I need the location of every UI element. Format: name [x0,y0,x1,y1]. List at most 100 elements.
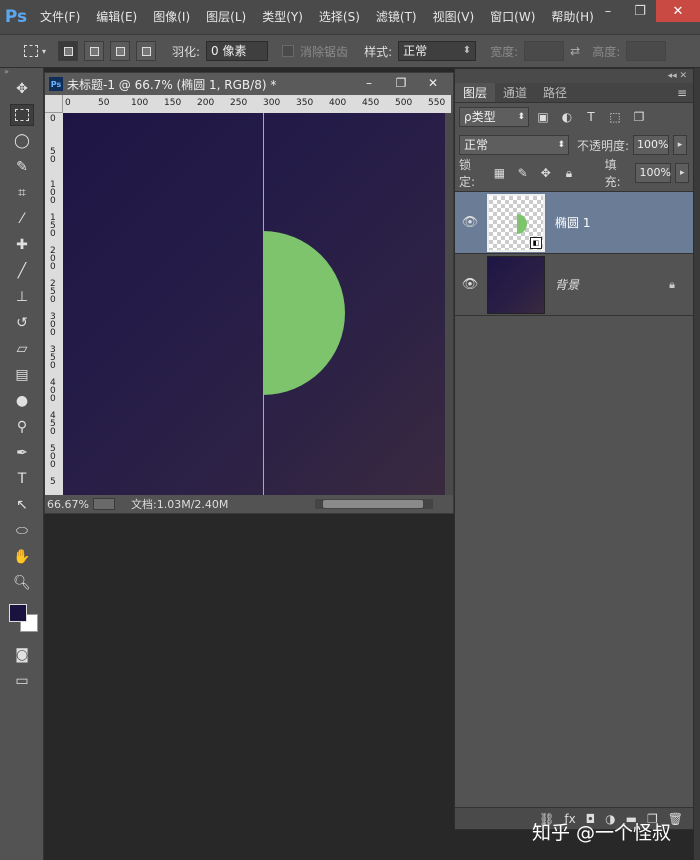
width-input[interactable] [524,41,565,61]
quick-select-icon: ✎ [16,159,28,175]
type-icon: T [17,471,27,487]
style-select[interactable]: 正常 [398,41,477,61]
eyedropper-tool[interactable]: ⁄ [0,206,44,232]
status-menu-icon[interactable] [93,498,115,510]
ruler-v-tick: 4 5 0 [50,411,56,437]
lock-row: 锁定: ▦ ✎ ✥ 🔒︎ 填充: 100% ▸ [455,158,693,189]
menu-type[interactable]: 类型(Y) [254,0,311,34]
lasso-icon: ◯ [14,133,30,149]
screen-mode-button[interactable]: ▭ [0,668,44,694]
toolbar-collapse-icon[interactable]: » [0,68,43,76]
menu-edit[interactable]: 编辑(E) [88,0,145,34]
history-brush-tool[interactable]: ↺ [0,310,44,336]
close-button[interactable]: ✕ [656,0,700,22]
fill-dropdown-icon[interactable]: ▸ [675,163,689,183]
document-titlebar[interactable]: Ps 未标题-1 @ 66.7% (椭圆 1, RGB/8) * – ❐ ✕ [45,73,453,95]
filter-pixel-icon[interactable]: ▣ [533,108,553,126]
feather-input[interactable]: 0 像素 [206,41,269,61]
zoom-level[interactable]: 66.67% [47,498,93,511]
add-selection-button[interactable] [84,41,104,61]
filter-shape-icon[interactable]: ⬚ [605,108,625,126]
menu-select[interactable]: 选择(S) [311,0,368,34]
ruler-h-tick: 100 [131,98,149,108]
height-input[interactable] [626,41,667,61]
minimize-button[interactable]: – [592,0,624,22]
tab-paths[interactable]: 路径 [535,83,575,102]
menu-window[interactable]: 窗口(W) [482,0,543,34]
stamp-tool[interactable]: ⊥ [0,284,44,310]
opacity-input[interactable]: 100% [633,135,670,155]
move-icon: ✥ [16,81,28,97]
lock-transparent-icon[interactable]: ▦ [490,164,509,182]
filter-type-icon[interactable]: T [581,108,601,126]
type-tool[interactable]: T [0,466,44,492]
ruler-h-tick: 50 [98,98,110,108]
tab-layers[interactable]: 图层 [455,83,496,102]
vertical-ruler[interactable]: 0 5 0 1 0 0 1 5 0 2 0 0 2 5 0 3 0 0 3 5 0 4 0 0 4… [45,113,63,495]
menu-view[interactable]: 视图(V) [425,0,483,34]
restore-button[interactable]: ❐ [624,0,656,22]
menu-file[interactable]: 文件(F) [32,0,88,34]
lasso-tool[interactable]: ◯ [0,128,44,154]
blur-tool[interactable]: ● [0,388,44,414]
path-select-tool[interactable]: ↖ [0,492,44,518]
tab-channels[interactable]: 通道 [495,83,535,102]
layer-name[interactable]: 椭圆 1 [555,214,590,231]
ruler-origin[interactable] [45,95,63,113]
crop-tool[interactable]: ⌗ [0,180,44,206]
zoom-tool[interactable]: 🔍︎ [0,570,44,596]
foreground-color[interactable] [9,604,27,622]
doc-minimize-button[interactable]: – [353,74,385,92]
ellipse-tool[interactable]: ⬭ [0,518,44,544]
lock-all-icon[interactable]: 🔒︎ [559,164,578,182]
document-title: 未标题-1 @ 66.7% (椭圆 1, RGB/8) * [67,77,277,92]
ellipse-shape[interactable] [263,231,345,395]
doc-close-button[interactable]: ✕ [417,74,449,92]
panel-collapse-icon[interactable]: ◂◂ ✕ [455,69,693,83]
dodge-tool[interactable]: ⚲ [0,414,44,440]
fill-input[interactable]: 100% [635,163,672,183]
blend-mode-select[interactable]: 正常 [459,135,569,155]
vertical-scrollbar[interactable] [445,113,453,495]
ellipse-thumb-shape [517,213,527,234]
intersect-selection-button[interactable] [136,41,156,61]
canvas[interactable] [63,113,445,495]
color-swatches[interactable] [0,596,43,642]
layer-name[interactable]: 背景 [555,276,579,293]
hand-tool[interactable]: ✋ [0,544,44,570]
marquee-tool[interactable] [0,102,44,128]
quick-select-tool[interactable]: ✎ [0,154,44,180]
eye-icon[interactable]: 👁︎ [455,277,485,292]
opacity-dropdown-icon[interactable]: ▸ [673,135,688,155]
panel-menu-icon[interactable]: ≡ [677,83,693,102]
eyedropper-icon: ⁄ [20,211,24,227]
menu-layer[interactable]: 图层(L) [198,0,254,34]
pen-tool[interactable]: ✒ [0,440,44,466]
brush-tool[interactable]: ╱ [0,258,44,284]
layer-background[interactable]: 👁︎ 背景 🔒︎ [455,254,693,316]
lock-position-icon[interactable]: ✥ [536,164,555,182]
new-selection-button[interactable] [58,41,78,61]
horizontal-ruler[interactable]: 0 50 100 150 200 250 300 350 400 450 500 550 [63,95,451,113]
lock-pixels-icon[interactable]: ✎ [513,164,532,182]
antialias-checkbox[interactable] [282,45,295,57]
eraser-tool[interactable]: ▱ [0,336,44,362]
menu-image[interactable]: 图像(I) [145,0,198,34]
subtract-selection-button[interactable] [110,41,130,61]
filter-adjust-icon[interactable]: ◐ [557,108,577,126]
gradient-tool[interactable]: ▤ [0,362,44,388]
move-tool[interactable]: ✥ [0,76,44,102]
eye-icon[interactable]: 👁︎ [455,215,485,230]
doc-restore-button[interactable]: ❐ [385,74,417,92]
layer-ellipse-1[interactable]: 👁︎ ◧ 椭圆 1 [455,192,693,254]
tool-preset-picker[interactable]: ▾ [8,39,52,63]
horizontal-scroll-thumb[interactable] [323,500,423,508]
layer-thumbnail: ◧ [487,193,545,252]
healing-tool[interactable]: ✚ [0,232,44,258]
menu-filter[interactable]: 滤镜(T) [368,0,425,34]
filter-smart-icon[interactable]: ❐ [629,108,649,126]
ruler-h-tick: 400 [329,98,347,108]
layer-filter-select[interactable]: ρ类型 [459,107,529,127]
quick-mask-button[interactable]: ◙ [0,642,44,668]
swap-dimensions-icon[interactable]: ⇄ [570,44,580,58]
